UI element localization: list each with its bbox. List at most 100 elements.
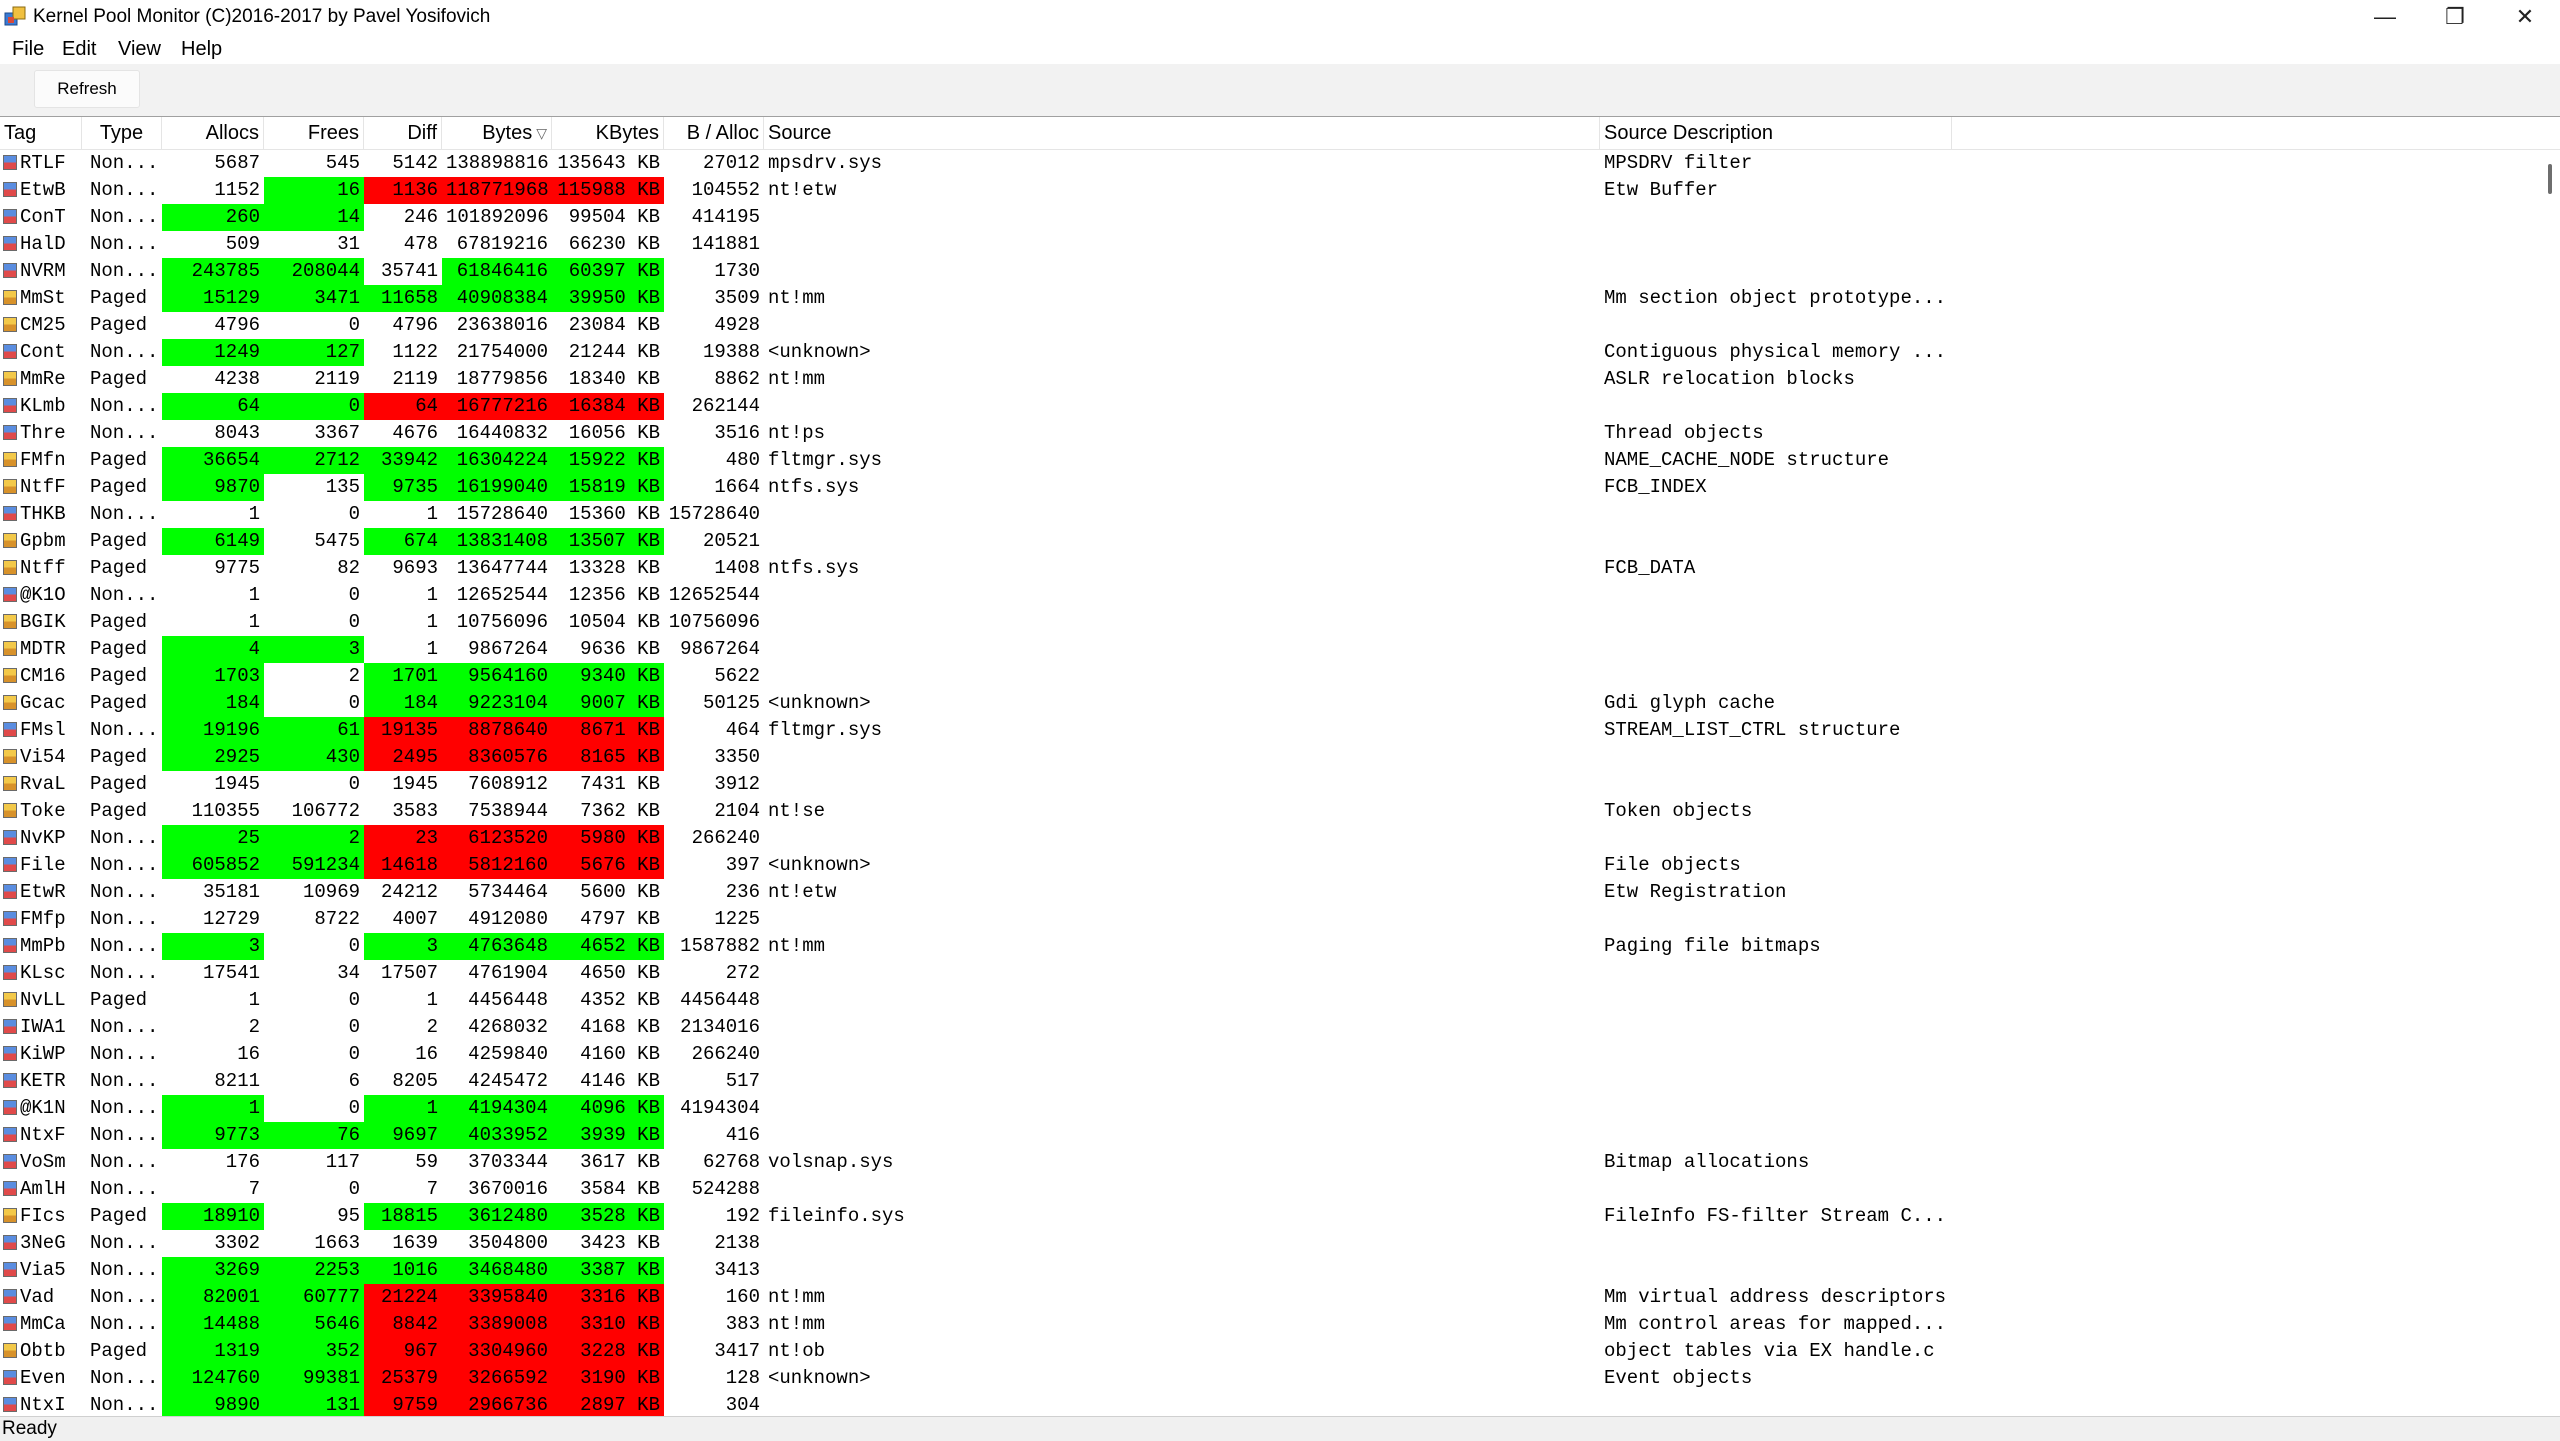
table-row[interactable]: MmRe Paged 4238 2119 2119 18779856 18340 KB 886… — [0, 366, 2540, 393]
column-header-allocs[interactable]: Allocs — [162, 117, 264, 149]
close-button[interactable]: ✕ — [2490, 0, 2560, 34]
cell-source-description: Thread objects — [1604, 422, 1764, 444]
nonpaged-pool-icon — [3, 1073, 17, 1088]
table-row[interactable]: Vi54 Paged 2925 430 2495 8360576 8165 KB 3350 — [0, 744, 2540, 771]
table-row[interactable]: THKB Non... 1 0 1 15728640 15360 KB 15728640 — [0, 501, 2540, 528]
column-header-tag[interactable]: Tag — [0, 117, 82, 149]
cell-diff: 35741 — [380, 260, 438, 282]
cell-kbytes: 16056 KB — [568, 422, 660, 444]
table-row[interactable]: NtxF Non... 9773 76 9697 4033952 3939 KB 416 — [0, 1122, 2540, 1149]
table-row[interactable]: ConT Non... 260 14 246 101892096 99504 KB 41419… — [0, 204, 2540, 231]
cell-type: Paged — [90, 638, 148, 660]
table-row[interactable]: EtwB Non... 1152 16 1136 118771968 115988 KB 10… — [0, 177, 2540, 204]
table-row[interactable]: Gcac Paged 184 0 184 9223104 9007 KB 50125 <unkn… — [0, 690, 2540, 717]
table-row[interactable]: NvLL Paged 1 0 1 4456448 4352 KB 4456448 — [0, 987, 2540, 1014]
cell-allocs: 16 — [237, 1043, 260, 1065]
column-header-source-description[interactable]: Source Description — [1600, 117, 1952, 149]
table-row[interactable]: MmSt Paged 15129 3471 11658 40908384 39950 KB 3… — [0, 285, 2540, 312]
table-row[interactable]: NvKP Non... 25 2 23 6123520 5980 KB 266240 — [0, 825, 2540, 852]
table-row[interactable]: CM16 Paged 1703 2 1701 9564160 9340 KB 5622 — [0, 663, 2540, 690]
cell-allocs: 14488 — [162, 1311, 264, 1338]
cell-kbytes: 8671 KB — [552, 717, 664, 744]
table-row[interactable]: NVRM Non... 243785 208044 35741 61846416 60397… — [0, 258, 2540, 285]
cell-allocs: 4 — [162, 636, 264, 663]
table-row[interactable]: AmlH Non... 7 0 7 3670016 3584 KB 524288 — [0, 1176, 2540, 1203]
cell-source-description: Mm section object prototype... — [1604, 287, 1947, 309]
table-row[interactable]: Thre Non... 8043 3367 4676 16440832 16056 KB 35… — [0, 420, 2540, 447]
column-header-type[interactable]: Type — [82, 117, 162, 149]
table-row[interactable]: Toke Paged 110355 106772 3583 7538944 7362 KB 2… — [0, 798, 2540, 825]
cell-source-description — [1600, 1176, 2200, 1203]
table-row[interactable]: @K1O Non... 1 0 1 12652544 12356 KB 12652544 — [0, 582, 2540, 609]
table-row[interactable]: NtfF Paged 9870 135 9735 16199040 15819 KB 1664… — [0, 474, 2540, 501]
menu-edit[interactable]: Edit — [62, 35, 96, 63]
column-header-bytes[interactable]: Bytes ▽ — [442, 117, 552, 149]
table-row[interactable]: Obtb Paged 1319 352 967 3304960 3228 KB 3417 nt!… — [0, 1338, 2540, 1365]
table-row[interactable]: Cont Non... 1249 127 1122 21754000 21244 KB 193… — [0, 339, 2540, 366]
table-row[interactable]: IWA1 Non... 2 0 2 4268032 4168 KB 2134016 — [0, 1014, 2540, 1041]
cell-tag: IWA1 — [0, 1014, 82, 1041]
column-header-source[interactable]: Source — [764, 117, 1600, 149]
table-row[interactable]: KiWP Non... 16 0 16 4259840 4160 KB 266240 — [0, 1041, 2540, 1068]
vertical-scrollbar[interactable] — [2540, 150, 2560, 1417]
table-row[interactable]: File Non... 605852 591234 14618 5812160 5676 K… — [0, 852, 2540, 879]
table-row[interactable]: KETR Non... 8211 6 8205 4245472 4146 KB 517 — [0, 1068, 2540, 1095]
column-header-diff[interactable]: Diff — [364, 117, 442, 149]
table-row[interactable]: KLsc Non... 17541 34 17507 4761904 4650 KB 272 — [0, 960, 2540, 987]
table-row[interactable]: 3NeG Non... 3302 1663 1639 3504800 3423 KB 2138 — [0, 1230, 2540, 1257]
pool-tags-list[interactable]: Tag Type Allocs Frees Diff Bytes ▽ KBytes… — [0, 116, 2560, 1417]
table-row[interactable]: Via5 Non... 3269 2253 1016 3468480 3387 KB 3413 — [0, 1257, 2540, 1284]
table-row[interactable]: FMfn Paged 36654 2712 33942 16304224 15922 KB 4… — [0, 447, 2540, 474]
table-row[interactable]: Even Non... 124760 99381 25379 3266592 3190 KB… — [0, 1365, 2540, 1392]
table-row[interactable]: BGIK Paged 1 0 1 10756096 10504 KB 10756096 — [0, 609, 2540, 636]
table-row[interactable]: FIcs Paged 18910 95 18815 3612480 3528 KB 192 fi… — [0, 1203, 2540, 1230]
cell-frees: 60777 — [264, 1284, 364, 1311]
column-header-row: Tag Type Allocs Frees Diff Bytes ▽ KBytes… — [0, 117, 2560, 150]
nonpaged-pool-icon — [3, 938, 17, 953]
table-row[interactable]: Vad Non... 82001 60777 21224 3395840 3316 KB 16… — [0, 1284, 2540, 1311]
table-row[interactable]: EtwR Non... 35181 10969 24212 5734464 5600 KB 2… — [0, 879, 2540, 906]
cell-source: nt!ob — [768, 1340, 826, 1362]
cell-frees: 5646 — [264, 1311, 364, 1338]
restore-button[interactable]: ❐ — [2420, 0, 2490, 34]
table-row[interactable]: KLmb Non... 64 0 64 16777216 16384 KB 262144 — [0, 393, 2540, 420]
cell-type: Non... — [90, 1259, 159, 1281]
cell-source-description: File objects — [1604, 854, 1741, 876]
table-row[interactable]: FMsl Non... 19196 61 19135 8878640 8671 KB 464 f… — [0, 717, 2540, 744]
table-row[interactable]: NtxI Non... 9890 131 9759 2966736 2897 KB 304 — [0, 1392, 2540, 1417]
table-row[interactable]: CM25 Paged 4796 0 4796 23638016 23084 KB 4928 — [0, 312, 2540, 339]
cell-type: Non... — [90, 422, 159, 444]
table-row[interactable]: MmCa Non... 14488 5646 8842 3389008 3310 KB 383… — [0, 1311, 2540, 1338]
scrollbar-thumb[interactable] — [2548, 164, 2552, 194]
cell-bytes: 15728640 — [456, 503, 548, 525]
cell-balloc: 3413 — [714, 1259, 760, 1281]
table-row[interactable]: VoSm Non... 176 117 59 3703344 3617 KB 62768 vol… — [0, 1149, 2540, 1176]
table-row[interactable]: MDTR Paged 4 3 1 9867264 9636 KB 9867264 — [0, 636, 2540, 663]
menu-file[interactable]: File — [12, 35, 44, 63]
cell-frees: 0 — [264, 393, 364, 420]
table-row[interactable]: @K1N Non... 1 0 1 4194304 4096 KB 4194304 — [0, 1095, 2540, 1122]
cell-bytes: 16304224 — [442, 447, 552, 474]
cell-source-description — [1600, 1068, 2200, 1095]
table-row[interactable]: Ntff Paged 9775 82 9693 13647744 13328 KB 1408 n… — [0, 555, 2540, 582]
table-row[interactable]: FMfp Non... 12729 8722 4007 4912080 4797 KB 122… — [0, 906, 2540, 933]
column-header-balloc[interactable]: B / Alloc — [664, 117, 764, 149]
cell-source — [764, 393, 1600, 420]
table-row[interactable]: Gpbm Paged 6149 5475 674 13831408 13507 KB 2052… — [0, 528, 2540, 555]
menu-view[interactable]: View — [118, 35, 161, 63]
column-header-kbytes[interactable]: KBytes — [552, 117, 664, 149]
minimize-button[interactable]: — — [2350, 0, 2420, 34]
table-row[interactable]: MmPb Non... 3 0 3 4763648 4652 KB 1587882 nt!mm P… — [0, 933, 2540, 960]
refresh-button[interactable]: Refresh — [34, 70, 140, 108]
cell-type: Non... — [90, 1151, 159, 1173]
tag-label: MmPb — [20, 935, 66, 957]
table-row[interactable]: RvaL Paged 1945 0 1945 7608912 7431 KB 3912 — [0, 771, 2540, 798]
column-header-frees[interactable]: Frees — [264, 117, 364, 149]
menu-help[interactable]: Help — [181, 35, 222, 63]
table-row[interactable]: HalD Non... 509 31 478 67819216 66230 KB 141881 — [0, 231, 2540, 258]
table-row[interactable]: RTLF Non... 5687 545 5142 138898816 135643 KB 2… — [0, 150, 2540, 177]
cell-allocs: 509 — [225, 233, 260, 255]
cell-tag: AmlH — [0, 1176, 82, 1203]
title-bar: Kernel Pool Monitor (C)2016-2017 by Pave… — [0, 0, 2560, 34]
table-body: RTLF Non... 5687 545 5142 138898816 135643 KB 2… — [0, 150, 2540, 1417]
